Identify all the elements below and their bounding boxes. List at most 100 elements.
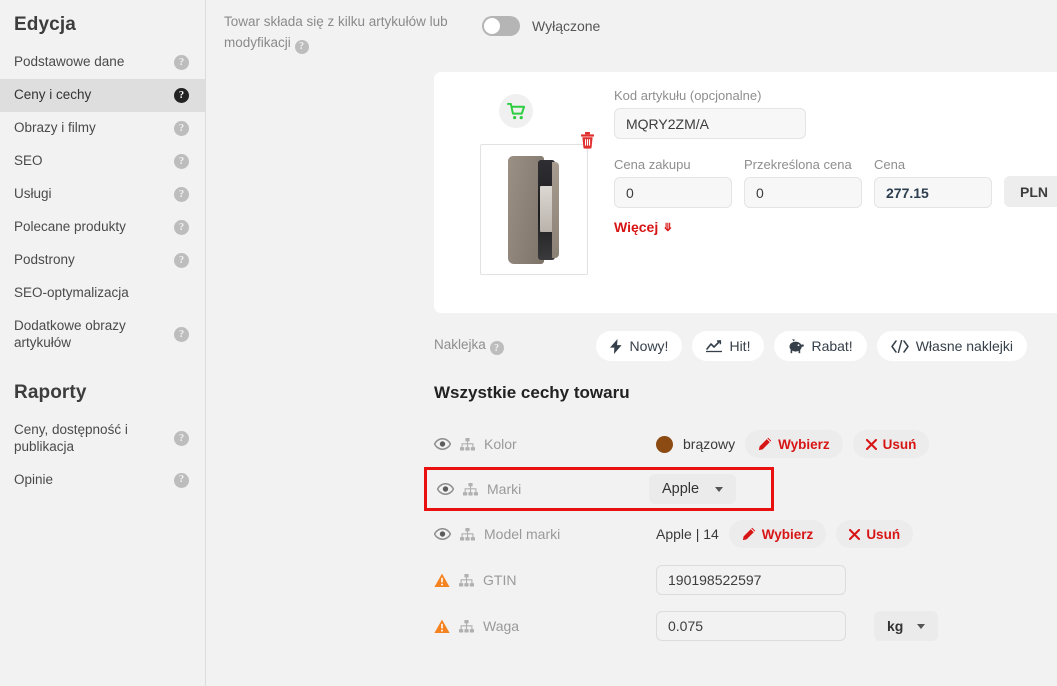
sidebar-item-opinie[interactable]: Opinie? <box>0 464 205 497</box>
sidebar-item-usługi[interactable]: Usługi? <box>0 178 205 211</box>
delete-button[interactable]: Usuń <box>836 520 914 548</box>
article-code-label: Kod artykułu (opcjonalne) <box>614 88 762 103</box>
select-button-label: Wybierz <box>778 436 830 452</box>
sidebar-item-label: Podstawowe dane <box>14 54 125 70</box>
attribute-name: Model marki <box>484 526 561 542</box>
sidebar-item-ceny-i-cechy[interactable]: Ceny i cechy? <box>0 79 205 112</box>
sidebar-item-label: SEO-optymalizacja <box>14 285 129 301</box>
sidebar-item-dodatkowe-obrazy-artykułów[interactable]: Dodatkowe obrazy artykułów? <box>0 310 205 360</box>
attribute-value-group: Apple | 14 Wybierz Usuń <box>656 520 914 548</box>
price-group: Cena 277.15 <box>874 157 992 208</box>
sticker-buttons: Nowy! Hit! Rabat! Własne naklejki <box>595 331 1027 361</box>
unit-select[interactable]: kg <box>874 611 939 641</box>
eye-icon[interactable] <box>437 483 454 495</box>
sidebar-item-label: Ceny, dostępność i publikacja <box>14 421 128 454</box>
delete-button[interactable]: Usuń <box>852 430 930 458</box>
help-icon[interactable]: ? <box>174 431 189 447</box>
eye-icon[interactable] <box>434 528 451 540</box>
eye-icon[interactable] <box>434 438 451 450</box>
help-icon[interactable]: ? <box>174 88 189 103</box>
help-icon[interactable]: ? <box>174 187 189 202</box>
help-icon[interactable]: ? <box>174 327 189 343</box>
chevron-down-icon <box>917 623 926 629</box>
help-icon[interactable]: ? <box>174 253 189 268</box>
help-icon[interactable]: ? <box>174 55 189 70</box>
fields-column: Kod artykułu (opcjonalne) MQRY2ZM/A Cena… <box>594 88 1057 275</box>
attribute-value-group: Apple <box>649 474 737 504</box>
delete-icon[interactable] <box>580 132 595 154</box>
pencil-icon <box>742 527 756 541</box>
hierarchy-icon[interactable] <box>459 619 474 633</box>
color-swatch <box>656 435 673 453</box>
sidebar-item-seo-optymalizacja[interactable]: SEO-optymalizacja <box>0 277 205 310</box>
piggy-bank-icon <box>788 338 805 354</box>
struck-price-group: Przekreślona cena 0 <box>744 157 862 208</box>
sidebar-item-seo[interactable]: SEO? <box>0 145 205 178</box>
warning-icon[interactable] <box>434 573 450 588</box>
article-code-input[interactable]: MQRY2ZM/A <box>614 108 806 139</box>
purchase-price-input[interactable]: 0 <box>614 177 732 208</box>
sticker-button-label: Hit! <box>729 338 751 354</box>
sticker-button-hit[interactable]: Hit! <box>692 331 765 361</box>
attributes-section: Wszystkie cechy towaru Kolor brązowy Wybie… <box>424 383 1057 649</box>
sticker-label: Naklejka ? <box>434 337 504 356</box>
sidebar-item-polecane-produkty[interactable]: Polecane produkty? <box>0 211 205 244</box>
sidebar-item-label: Podstrony <box>14 252 75 268</box>
brand-select[interactable]: Apple <box>649 474 737 504</box>
price-input[interactable]: 277.15 <box>874 177 992 208</box>
price-label: Cena <box>874 157 906 172</box>
purchase-price-group: Cena zakupu 0 Więcej ⤋ <box>614 157 732 237</box>
help-icon[interactable]: ? <box>174 121 189 136</box>
more-link-label: Więcej <box>614 219 659 235</box>
sidebar-item-label: Usługi <box>14 186 52 202</box>
attribute-row-kolor: Kolor brązowy Wybierz Usuń <box>434 421 1057 467</box>
sidebar-list-edycja: Podstawowe dane? Ceny i cechy? Obrazy i fi… <box>0 46 205 360</box>
sidebar-item-label: Obrazy i filmy <box>14 120 96 136</box>
sticker-button-nowy[interactable]: Nowy! <box>595 331 683 361</box>
attribute-value-group: 190198522597 <box>656 565 846 595</box>
struck-price-input[interactable]: 0 <box>744 177 862 208</box>
more-link[interactable]: Więcej ⤋ <box>614 219 672 235</box>
hierarchy-icon[interactable] <box>460 437 475 451</box>
product-thumbnail[interactable] <box>480 132 594 275</box>
hierarchy-icon[interactable] <box>463 482 478 496</box>
hierarchy-icon[interactable] <box>460 527 475 541</box>
page-root: Edycja Podstawowe dane? Ceny i cechy? Obra… <box>0 0 1057 686</box>
thumbnail-column <box>454 88 594 275</box>
select-button[interactable]: Wybierz <box>728 520 827 548</box>
attribute-input[interactable]: 0.075 <box>656 611 846 641</box>
toggle-knob <box>484 18 500 34</box>
attribute-row-label-group: GTIN <box>434 572 656 588</box>
warning-icon[interactable] <box>434 619 450 634</box>
composite-product-toggle[interactable] <box>482 16 520 36</box>
sticker-button-label: Własne naklejki <box>915 338 1013 354</box>
help-icon[interactable]: ? <box>294 39 309 54</box>
help-icon[interactable]: ? <box>174 220 189 235</box>
sticker-button-rabat[interactable]: Rabat! <box>774 331 867 361</box>
help-icon[interactable]: ? <box>174 154 189 169</box>
code-icon <box>890 339 909 353</box>
brand-select-value: Apple <box>662 481 700 497</box>
sidebar-item-podstrony[interactable]: Podstrony? <box>0 244 205 277</box>
sidebar-item-obrazy-i-filmy[interactable]: Obrazy i filmy? <box>0 112 205 145</box>
sticker-row: Naklejka ? Nowy! Hit! Rabat! Własne naklejk… <box>434 331 1057 361</box>
struck-price-label: Przekreślona cena <box>744 157 852 172</box>
currency-value: PLN <box>1020 183 1048 200</box>
help-icon[interactable]: ? <box>174 472 189 488</box>
help-icon[interactable]: ? <box>489 341 504 356</box>
attribute-value-group: brązowy Wybierz Usuń <box>656 430 930 458</box>
main-content: Towar składa się z kilku artykułów lub m… <box>206 0 1057 686</box>
sidebar-item-podstawowe-dane[interactable]: Podstawowe dane? <box>0 46 205 79</box>
sidebar-item-ceny-dostępność-i-publikacja[interactable]: Ceny, dostępność i publikacja? <box>0 414 205 464</box>
attribute-input[interactable]: 190198522597 <box>656 565 846 595</box>
chevron-down-icon <box>715 486 724 492</box>
hierarchy-icon[interactable] <box>459 573 474 587</box>
select-button[interactable]: Wybierz <box>745 430 843 458</box>
sticker-button-label: Rabat! <box>811 338 853 354</box>
sticker-button-własne-naklejki[interactable]: Własne naklejki <box>876 331 1027 361</box>
sidebar-section-title-edycja: Edycja <box>14 14 76 35</box>
pencil-icon <box>758 437 772 451</box>
attribute-name: Marki <box>487 481 522 497</box>
currency-select[interactable]: PLN <box>1004 176 1057 207</box>
attribute-row-label-group: Marki <box>437 481 649 497</box>
